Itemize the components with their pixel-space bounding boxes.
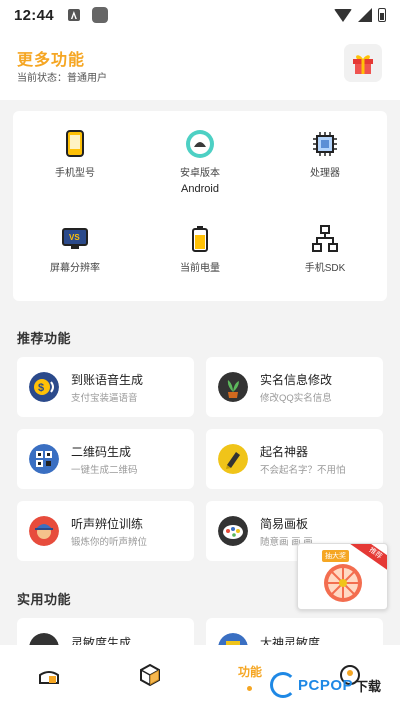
android-icon [186,130,214,158]
feature-subtitle: 支付宝装逼语音 [71,393,138,404]
status-indicators [334,8,386,22]
info-android-version[interactable]: 安卓版本 Android [138,129,262,195]
nav-features-tab[interactable]: 功能 [238,663,262,680]
info-value: Android [181,183,219,195]
gift-icon [353,55,373,74]
svg-text:$: $ [38,382,44,394]
section-title-practical: 实用功能 [17,592,72,607]
feature-title: 简易画板 [260,517,309,531]
phone-icon [66,130,84,157]
info-label: 处理器 [310,168,340,179]
plant-icon [218,372,248,402]
info-label: 手机SDK [304,263,346,274]
feature-card-realname[interactable]: 实名信息修改 修改QQ实名信息 [206,357,383,417]
feature-card-qrcode[interactable]: 二维码生成 一键生成二维码 [17,429,194,489]
watermark-brand: PCPOP [298,676,354,694]
header: 更多功能 当前状态：普通用户 [0,30,400,100]
notification-a-icon [67,9,80,21]
cpu-icon [313,132,337,156]
feature-subtitle: 一键生成二维码 [71,465,138,476]
feature-title: 实名信息修改 [260,373,333,387]
status-time: 12:44 [14,6,54,24]
feature-title: 到账语音生成 [71,373,144,387]
feature-title: 听声辨位训练 [71,517,144,531]
info-label: 手机型号 [55,168,95,179]
nav-home-icon[interactable] [37,663,61,687]
battery-icon [192,226,208,252]
info-phone-sdk[interactable]: 手机SDK [263,224,387,278]
device-info-card: 手机型号 安卓版本 Android 处理器 VS 屏幕分辨率 当前电量 手机SD… [13,111,387,301]
feature-card-naming[interactable]: 起名神器 不会起名字？不用怕 [206,429,383,489]
nav-box-icon[interactable] [138,663,162,687]
info-phone-model[interactable]: 手机型号 [13,129,137,183]
info-label: 安卓版本 [180,168,220,179]
screen-icon: VS [62,228,88,249]
lucky-draw-promo[interactable]: 推荐 抽大奖 [297,543,388,610]
feature-card-sound-training[interactable]: 听声辨位训练 锻炼你的听声辨位 [17,501,194,561]
promo-label: 抽大奖 [322,550,349,562]
watermark: PCPOP 下载 [270,667,398,703]
user-status: 当前状态：普通用户 [17,73,107,84]
feature-card-voice[interactable]: $ 到账语音生成 支付宝装逼语音 [17,357,194,417]
feature-subtitle: 修改QQ实名信息 [260,393,332,404]
info-battery-level[interactable]: 当前电量 [138,224,262,278]
info-screen-resolution[interactable]: VS 屏幕分辨率 [13,224,137,278]
battery-status-icon [378,8,386,22]
page-title: 更多功能 [17,52,86,69]
feature-subtitle: 锻炼你的听声辨位 [71,537,148,548]
notification-app-icon [91,7,108,23]
watermark-logo-icon [270,672,296,698]
soldier-icon [29,516,59,546]
wifi-icon [334,8,352,22]
feature-subtitle: 不会起名字？不用怕 [260,465,346,476]
watermark-suffix: 下载 [355,678,382,694]
info-processor[interactable]: 处理器 [263,129,387,183]
svg-text:VS: VS [69,233,80,242]
prize-wheel-icon [324,564,362,602]
status-bar: 12:44 [0,0,400,30]
section-title-recommended: 推荐功能 [17,331,72,346]
qrcode-icon [29,444,59,474]
nav-active-indicator [247,686,252,691]
pen-icon [218,444,248,474]
palette-icon [218,516,248,546]
feature-title: 起名神器 [260,445,309,459]
info-label: 屏幕分辨率 [50,263,100,274]
gift-button[interactable] [344,44,382,82]
coin-voice-icon: $ [29,372,59,402]
cell-signal-icon [358,8,372,22]
feature-title: 二维码生成 [71,445,132,459]
sdk-icon [312,225,338,252]
info-label: 当前电量 [180,263,220,274]
